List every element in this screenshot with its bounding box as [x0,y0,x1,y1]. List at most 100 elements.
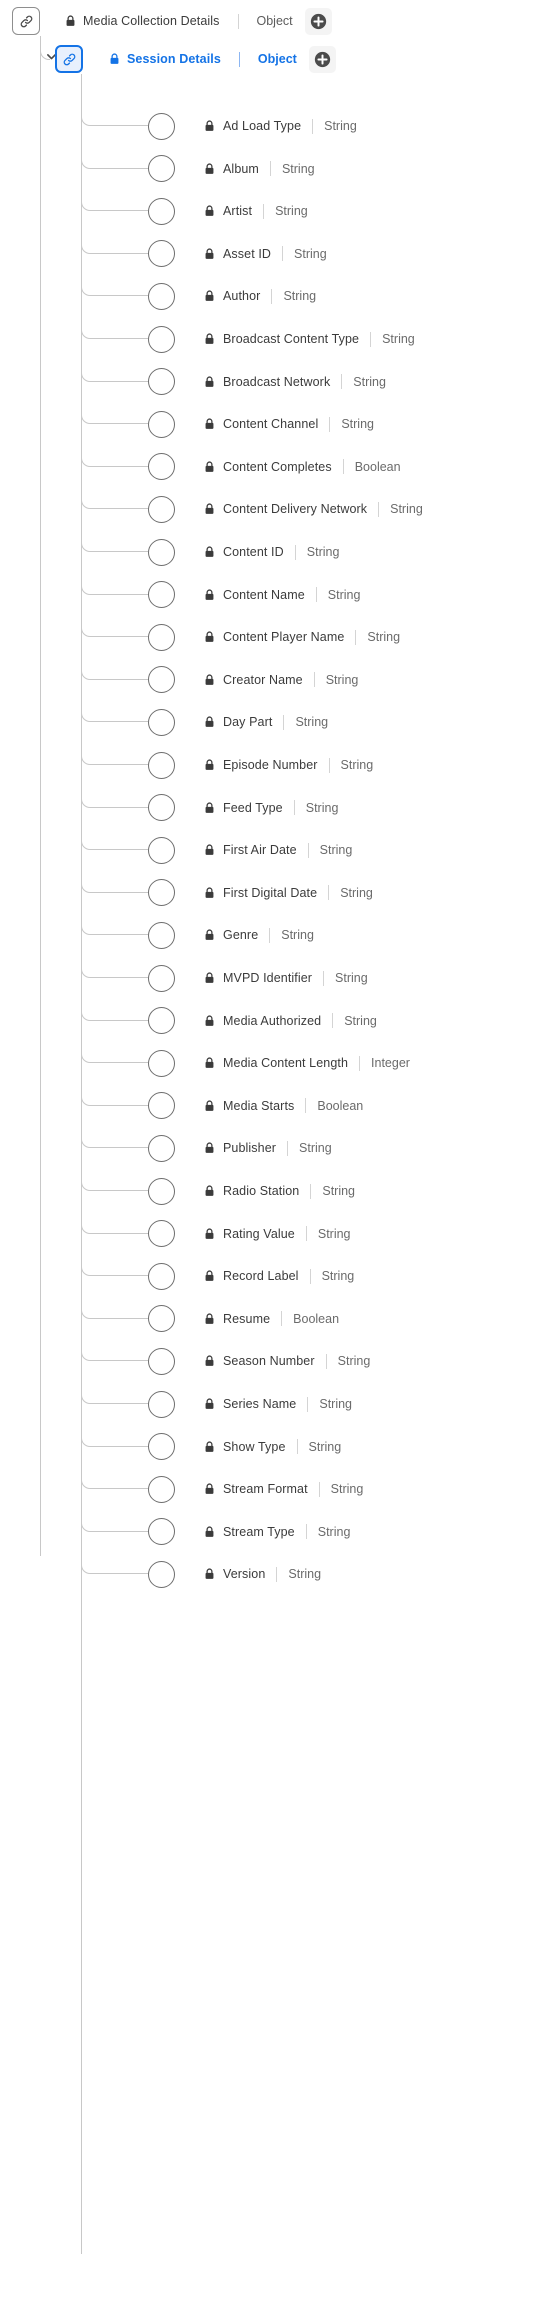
field-type: String [390,502,423,517]
field-select-circle[interactable] [148,1560,175,1588]
field-row[interactable]: Media Authorized String [0,1006,550,1036]
field-select-circle[interactable] [148,708,175,736]
field-select-circle[interactable] [148,240,175,268]
lock-icon-field [204,631,215,643]
field-select-circle[interactable] [148,368,175,396]
field-row[interactable]: Resume Boolean [0,1304,550,1334]
field-select-circle[interactable] [148,112,175,140]
field-select-circle[interactable] [148,623,175,651]
field-body: Content Name String [204,587,360,603]
field-select-circle[interactable] [148,1433,175,1461]
field-select-circle[interactable] [148,1049,175,1077]
field-type: Integer [371,1056,410,1071]
field-row[interactable]: Album String [0,154,550,184]
divider [359,1055,361,1071]
link-icon-session-details[interactable] [55,45,83,73]
field-row[interactable]: Feed Type String [0,793,550,823]
field-body: Media Starts Boolean [204,1098,363,1114]
field-select-circle[interactable] [148,1475,175,1503]
field-row[interactable]: Broadcast Network String [0,367,550,397]
field-row[interactable]: Show Type String [0,1432,550,1462]
field-row[interactable]: Content Player Name String [0,622,550,652]
field-select-circle[interactable] [148,1305,175,1333]
field-row[interactable]: Ad Load Type String [0,111,550,141]
field-select-circle[interactable] [148,410,175,438]
field-row[interactable]: Stream Format String [0,1474,550,1504]
field-row[interactable]: First Air Date String [0,835,550,865]
field-row[interactable]: Content ID String [0,537,550,567]
field-row[interactable]: Season Number String [0,1346,550,1376]
field-row[interactable]: Genre String [0,920,550,950]
field-select-circle[interactable] [148,197,175,225]
field-row[interactable]: Content Channel String [0,409,550,439]
field-select-circle[interactable] [148,666,175,694]
field-select-circle[interactable] [148,155,175,183]
field-select-circle[interactable] [148,879,175,907]
field-type: String [324,119,357,133]
field-row[interactable]: Broadcast Content Type String [0,324,550,354]
field-row[interactable]: First Digital Date String [0,878,550,908]
tree-node-media-collection-details[interactable]: Media Collection Details Object [12,3,332,39]
field-body: First Air Date String [204,842,352,858]
field-row[interactable]: MVPD Identifier String [0,963,550,993]
field-row[interactable]: Content Name String [0,580,550,610]
lock-icon-field [204,1100,215,1112]
lock-icon-field [204,1313,215,1325]
lock-icon-field [204,1398,215,1410]
field-row[interactable]: Version String [0,1559,550,1589]
field-select-circle[interactable] [148,1262,175,1290]
field-row[interactable]: Content Delivery Network String [0,494,550,524]
field-row[interactable]: Author String [0,281,550,311]
field-select-circle[interactable] [148,325,175,353]
field-select-circle[interactable] [148,1134,175,1162]
divider [294,544,296,560]
field-row[interactable]: Radio Station String [0,1176,550,1206]
field-name: Resume [223,1311,271,1326]
add-field-button-session-details[interactable] [308,45,336,73]
field-select-circle[interactable] [148,836,175,864]
field-select-circle[interactable] [148,1518,175,1546]
field-row[interactable]: Artist String [0,196,550,226]
field-select-circle[interactable] [148,538,175,566]
field-row[interactable]: Media Content Length Integer [0,1048,550,1078]
field-row[interactable]: Content Completes Boolean [0,452,550,482]
tree-node-session-details[interactable]: Session Details Object [55,41,336,77]
field-row[interactable]: Asset ID String [0,239,550,269]
field-body: Feed Type String [204,800,338,816]
field-select-circle[interactable] [148,751,175,779]
node-title: Session Details [127,52,221,66]
field-select-circle[interactable] [148,1220,175,1248]
lock-icon-field [204,1185,215,1197]
field-row[interactable]: Media Starts Boolean [0,1091,550,1121]
lock-icon [205,1441,214,1452]
field-row[interactable]: Episode Number String [0,750,550,780]
field-row[interactable]: Stream Type String [0,1517,550,1547]
field-select-circle[interactable] [148,1347,175,1375]
lock-icon-field [204,1015,215,1027]
field-body: Media Content Length Integer [204,1055,410,1071]
plus-circle-icon [310,13,326,29]
lock-icon [205,887,214,898]
field-body: Radio Station String [204,1183,355,1199]
add-field-button-media-collection-details[interactable] [304,7,332,35]
field-row[interactable]: Record Label String [0,1261,550,1291]
field-select-circle[interactable] [148,964,175,992]
field-row[interactable]: Creator Name String [0,665,550,695]
field-select-circle[interactable] [148,282,175,310]
field-select-circle[interactable] [148,1092,175,1120]
field-row[interactable]: Day Part String [0,707,550,737]
field-select-circle[interactable] [148,794,175,822]
field-type: String [295,715,329,730]
link-icon-media-collection-details[interactable] [12,7,40,35]
field-row[interactable]: Rating Value String [0,1219,550,1249]
field-select-circle[interactable] [148,495,175,523]
field-row[interactable]: Publisher String [0,1133,550,1163]
lock-icon [205,844,214,856]
field-row[interactable]: Series Name String [0,1389,550,1419]
field-select-circle[interactable] [148,1390,175,1418]
field-select-circle[interactable] [148,453,175,481]
field-select-circle[interactable] [148,1177,175,1205]
field-select-circle[interactable] [148,581,175,609]
field-select-circle[interactable] [148,921,175,949]
field-select-circle[interactable] [148,1007,175,1035]
